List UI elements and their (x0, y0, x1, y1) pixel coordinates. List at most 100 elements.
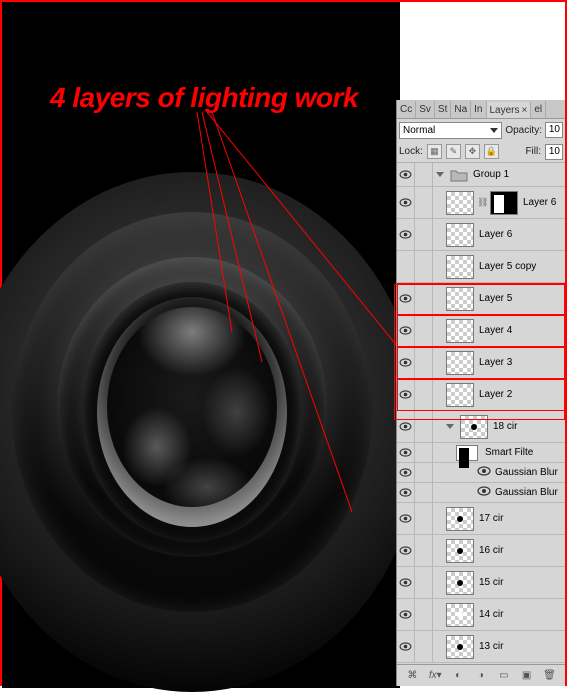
fx-icon[interactable]: fx▾ (426, 668, 444, 684)
layer-row[interactable]: 15 cir (397, 567, 565, 599)
layer-thumb (446, 319, 474, 343)
tab-cc[interactable]: Cc (397, 101, 416, 118)
visibility-toggle[interactable] (397, 443, 415, 462)
layer-thumb (446, 383, 474, 407)
layer-thumb (446, 507, 474, 531)
visibility-toggle[interactable] (397, 411, 415, 442)
visibility-toggle[interactable] (397, 187, 415, 218)
blend-row: Normal Opacity: 10 (397, 119, 565, 141)
layer-name: 14 cir (477, 609, 565, 620)
layer-thumb (446, 191, 474, 215)
visibility-toggle[interactable] (397, 631, 415, 662)
visibility-toggle[interactable] (397, 463, 415, 482)
lock-label: Lock: (399, 146, 423, 157)
blend-mode-select[interactable]: Normal (399, 122, 502, 139)
visibility-toggle[interactable] (397, 567, 415, 598)
folder-icon (450, 168, 468, 182)
visibility-toggle[interactable] (397, 535, 415, 566)
layer-name: Layer 6 (477, 229, 565, 240)
layers-panel: Cc Sv St Na In Layers× el Normal Opacity… (396, 100, 565, 686)
new-layer-icon[interactable]: ▣ (518, 668, 536, 684)
filter-eye-icon[interactable] (477, 486, 491, 499)
layer-name: Layer 5 copy (477, 261, 565, 272)
layer-row[interactable]: Group 1 (397, 163, 565, 187)
visibility-toggle[interactable] (397, 379, 415, 410)
layer-row[interactable]: 13 cir (397, 631, 565, 663)
visibility-toggle[interactable] (397, 283, 415, 314)
expand-toggle[interactable] (436, 172, 444, 177)
lock-position-icon[interactable]: ✥ (465, 144, 480, 159)
tab-in[interactable]: In (471, 101, 486, 118)
layer-thumb (446, 635, 474, 659)
close-icon[interactable]: × (522, 105, 528, 116)
lock-all-icon[interactable]: 🔒 (484, 144, 499, 159)
tab-sv[interactable]: Sv (416, 101, 435, 118)
layer-row[interactable]: Layer 2 (397, 379, 565, 411)
mask-icon[interactable]: ◐ (449, 668, 467, 684)
tab-st[interactable]: St (435, 101, 451, 118)
mask-thumb (490, 191, 518, 215)
annotation-text: 4 layers of lighting work (50, 82, 358, 114)
tab-layers[interactable]: Layers× (487, 102, 532, 119)
layer-name: Gaussian Blur (491, 487, 558, 498)
layer-thumb (446, 255, 474, 279)
visibility-toggle[interactable] (397, 503, 415, 534)
visibility-toggle[interactable] (397, 219, 415, 250)
layer-row[interactable]: 16 cir (397, 535, 565, 567)
lock-paint-icon[interactable]: ✎ (446, 144, 461, 159)
layer-name: Layer 2 (477, 389, 565, 400)
layer-name: Layer 4 (477, 325, 565, 336)
layer-name: Layer 3 (477, 357, 565, 368)
filter-mask-thumb (456, 445, 478, 461)
layer-row[interactable]: ⛓Layer 6 (397, 187, 565, 219)
filter-eye-icon[interactable] (477, 466, 491, 479)
link-layers-icon[interactable]: ⌘ (403, 668, 421, 684)
visibility-toggle[interactable] (397, 163, 415, 186)
layer-row[interactable]: Gaussian Blur (397, 483, 565, 503)
layer-thumb (460, 415, 488, 439)
layer-row[interactable]: 18 cir (397, 411, 565, 443)
layer-name: Group 1 (471, 169, 565, 180)
lock-row: Lock: ▦ ✎ ✥ 🔒 Fill: 10 (397, 141, 565, 163)
layer-row[interactable]: Layer 5 copy (397, 251, 565, 283)
layer-name: Layer 6 (521, 197, 565, 208)
visibility-toggle[interactable] (397, 251, 415, 282)
layer-thumb (446, 287, 474, 311)
opacity-input[interactable]: 10 (545, 122, 563, 138)
layer-row[interactable]: Gaussian Blur (397, 463, 565, 483)
layer-name: 17 cir (477, 513, 565, 524)
visibility-toggle[interactable] (397, 599, 415, 630)
visibility-toggle[interactable] (397, 483, 415, 502)
chevron-down-icon (490, 128, 498, 133)
canvas-area: 4 layers of lighting work (2, 2, 400, 688)
lock-transparency-icon[interactable]: ▦ (427, 144, 442, 159)
layer-row[interactable]: Layer 4 (397, 315, 565, 347)
layer-thumb (446, 351, 474, 375)
layer-thumb (446, 539, 474, 563)
opacity-label: Opacity: (505, 125, 542, 136)
layer-name: Layer 5 (477, 293, 565, 304)
fill-input[interactable]: 10 (545, 144, 563, 160)
layer-thumb (446, 223, 474, 247)
layer-name: Gaussian Blur (491, 467, 558, 478)
visibility-toggle[interactable] (397, 347, 415, 378)
layer-name: 16 cir (477, 545, 565, 556)
layer-row[interactable]: Smart Filte (397, 443, 565, 463)
layer-row[interactable]: Layer 5 (397, 283, 565, 315)
panel-tabs: Cc Sv St Na In Layers× el (397, 100, 565, 119)
tab-na[interactable]: Na (451, 101, 471, 118)
layer-row[interactable]: Layer 3 (397, 347, 565, 379)
tab-el[interactable]: el (531, 101, 546, 118)
layer-row[interactable]: Layer 6 (397, 219, 565, 251)
trash-icon[interactable]: 🗑 (540, 668, 558, 684)
layer-thumb (446, 571, 474, 595)
layer-row[interactable]: 17 cir (397, 503, 565, 535)
frame: 4 layers of lighting work Cc Sv St Na In… (0, 0, 567, 686)
layer-thumb (446, 603, 474, 627)
visibility-toggle[interactable] (397, 315, 415, 346)
adjustment-icon[interactable]: ◑ (472, 668, 490, 684)
layer-row[interactable]: 14 cir (397, 599, 565, 631)
group-icon[interactable]: ▭ (495, 668, 513, 684)
fill-label: Fill: (525, 146, 541, 157)
expand-toggle[interactable] (446, 424, 454, 429)
